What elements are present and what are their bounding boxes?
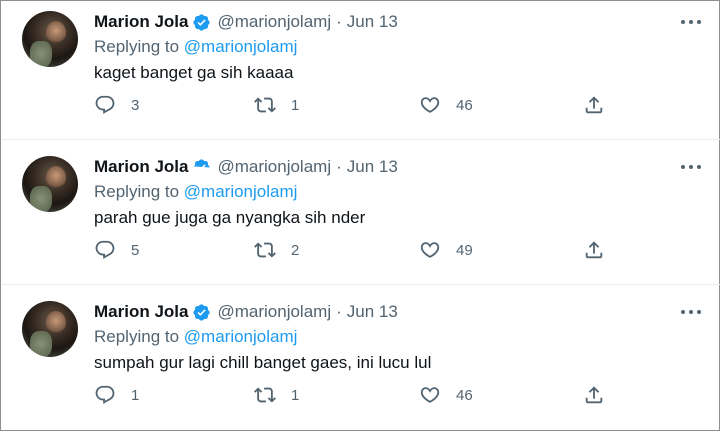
retweet-button[interactable]: 1 — [254, 93, 299, 117]
reply-icon — [95, 95, 115, 114]
reply-count: 1 — [131, 386, 140, 404]
retweet-count: 1 — [291, 96, 300, 114]
more-options-icon[interactable] — [680, 304, 702, 320]
retweet-count: 2 — [291, 241, 300, 259]
tweet-date[interactable]: Jun 13 — [347, 302, 398, 322]
reply-button[interactable]: 1 — [94, 383, 139, 407]
heart-icon — [420, 387, 440, 403]
user-handle[interactable]: @marionjolamj — [217, 157, 331, 177]
reply-count: 3 — [131, 96, 140, 114]
verified-badge-icon — [193, 13, 211, 31]
reply-icon — [95, 240, 115, 259]
replying-prefix: Replying to — [94, 327, 184, 346]
replying-to: Replying to @marionjolamj — [94, 182, 297, 202]
reply-count: 5 — [131, 241, 140, 259]
separator-dot: · — [336, 12, 342, 31]
avatar[interactable] — [22, 156, 78, 212]
separator-dot: · — [336, 157, 342, 176]
display-name[interactable]: Marion Jola — [94, 157, 188, 177]
retweet-icon — [254, 387, 276, 403]
share-icon — [585, 386, 603, 404]
retweet-count: 1 — [291, 386, 300, 404]
retweet-icon — [254, 242, 276, 258]
retweet-button[interactable]: 1 — [254, 383, 299, 407]
share-button[interactable] — [583, 383, 605, 407]
tweet-header: Marion Jola @marionjolamj · Jun 13 — [94, 156, 398, 178]
share-button[interactable] — [583, 238, 605, 262]
verified-badge-icon — [193, 158, 211, 171]
tweet-header: Marion Jola @marionjolamj · Jun 13 — [94, 11, 398, 33]
like-count: 49 — [456, 241, 473, 259]
replying-to-link[interactable]: @marionjolamj — [184, 37, 298, 56]
share-icon — [585, 241, 603, 259]
retweet-button[interactable]: 2 — [254, 238, 299, 262]
retweet-icon — [254, 97, 276, 113]
replying-prefix: Replying to — [94, 37, 184, 56]
separator-dot: · — [336, 302, 342, 321]
replying-to: Replying to @marionjolamj — [94, 37, 297, 57]
replying-to-link[interactable]: @marionjolamj — [184, 327, 298, 346]
more-options-icon[interactable] — [680, 14, 702, 30]
replying-prefix: Replying to — [94, 182, 184, 201]
tweet-text: parah gue juga ga nyangka sih nder — [94, 208, 366, 227]
display-name[interactable]: Marion Jola — [94, 12, 188, 32]
tweet-card[interactable]: Marion Jola @marionjolamj · Jun 13 Reply… — [2, 146, 720, 285]
user-handle[interactable]: @marionjolamj — [217, 302, 331, 322]
like-count: 46 — [456, 386, 473, 404]
avatar[interactable] — [22, 11, 78, 67]
replying-to: Replying to @marionjolamj — [94, 327, 297, 347]
display-name[interactable]: Marion Jola — [94, 302, 188, 322]
tweet-card[interactable]: Marion Jola @marionjolamj · Jun 13 Reply… — [2, 291, 720, 431]
share-icon — [585, 96, 603, 114]
tweet-header: Marion Jola @marionjolamj · Jun 13 — [94, 301, 398, 323]
like-button[interactable]: 46 — [419, 383, 473, 407]
reply-icon — [95, 385, 115, 404]
share-button[interactable] — [583, 93, 605, 117]
like-button[interactable]: 46 — [419, 93, 473, 117]
tweet-thread: Marion Jola @marionjolamj · Jun 13 Reply… — [0, 0, 720, 431]
heart-icon — [420, 242, 440, 258]
user-handle[interactable]: @marionjolamj — [217, 12, 331, 32]
reply-button[interactable]: 5 — [94, 238, 139, 262]
like-count: 46 — [456, 96, 473, 114]
tweet-text: sumpah gur lagi chill banget gaes, ini l… — [94, 353, 432, 372]
tweet-date[interactable]: Jun 13 — [347, 157, 398, 177]
reply-button[interactable]: 3 — [94, 93, 139, 117]
replying-to-link[interactable]: @marionjolamj — [184, 182, 298, 201]
tweet-card[interactable]: Marion Jola @marionjolamj · Jun 13 Reply… — [2, 1, 720, 140]
heart-icon — [420, 97, 440, 113]
like-button[interactable]: 49 — [419, 238, 473, 262]
tweet-text: kaget banget ga sih kaaaa — [94, 63, 294, 82]
tweet-date[interactable]: Jun 13 — [347, 12, 398, 32]
verified-badge-icon — [193, 303, 211, 321]
avatar[interactable] — [22, 301, 78, 357]
more-options-icon[interactable] — [680, 159, 702, 175]
